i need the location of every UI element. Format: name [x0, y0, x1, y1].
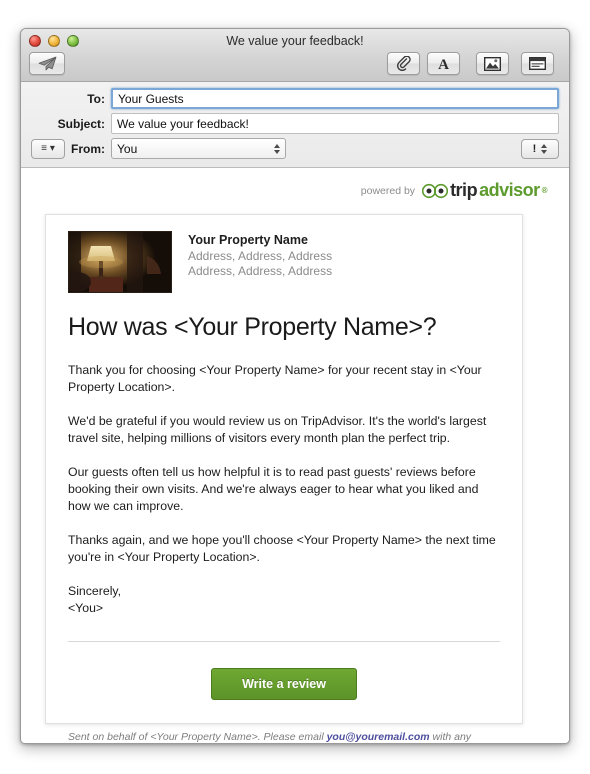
property-address-line-1: Address, Address, Address: [188, 249, 333, 263]
tripadvisor-owl-icon: [422, 183, 449, 198]
email-headline: How was <Your Property Name>?: [68, 313, 437, 341]
photo-browser-icon: [484, 56, 501, 71]
to-field-row: To: Your Guests: [31, 88, 559, 109]
email-signoff: Sincerely,: [68, 584, 122, 598]
write-a-review-button[interactable]: Write a review: [211, 668, 357, 700]
to-input[interactable]: Your Guests: [111, 88, 559, 109]
paper-plane-icon: [38, 56, 56, 71]
support-email-link[interactable]: you@youremail.com: [327, 731, 430, 743]
email-paragraph-3: Our guests often tell us how helpful it …: [68, 465, 479, 513]
stationery-button[interactable]: [521, 52, 554, 75]
subject-input[interactable]: We value your feedback!: [111, 113, 559, 134]
property-name: Your Property Name: [188, 233, 308, 247]
from-account-value: You: [117, 141, 138, 156]
message-body[interactable]: powered by trip advisor ® Your Property …: [21, 168, 569, 743]
brand-trip: trip: [450, 180, 478, 200]
send-button[interactable]: [29, 52, 65, 75]
hotel-room-lamp-photo: [68, 231, 172, 293]
photo-browser-button[interactable]: [476, 52, 509, 75]
cta-container: Write a review: [68, 668, 500, 700]
email-paragraph-2: We'd be grateful if you would review us …: [68, 414, 487, 445]
footnote-text-before: Sent on behalf of <Your Property Name>. …: [68, 731, 327, 743]
to-label: To:: [87, 91, 105, 106]
window-title: We value your feedback!: [226, 34, 364, 48]
subject-label: Subject:: [57, 116, 105, 131]
brand-advisor: advisor: [479, 180, 540, 200]
tripadvisor-logo: trip advisor ®: [422, 180, 548, 201]
chevron-down-icon: ▾: [49, 143, 55, 154]
attach-file-button[interactable]: [387, 52, 420, 75]
from-label: From:: [71, 141, 105, 156]
property-text: Your Property Name Address, Address, Add…: [188, 231, 332, 279]
priority-selector[interactable]: !: [521, 138, 559, 159]
email-content-card: Your Property Name Address, Address, Add…: [45, 214, 523, 743]
header-options-button[interactable]: ≡ ▾: [31, 138, 65, 159]
powered-by-tripadvisor: powered by trip advisor ®: [360, 180, 548, 201]
email-signature: <You>: [68, 601, 104, 615]
mail-compose-window: We value your feedback! A To: Your Guest…: [20, 28, 570, 744]
priority-icon: !: [532, 142, 537, 155]
font-letter-a-icon: A: [438, 57, 449, 71]
priority-stepper-icon: [541, 143, 548, 154]
lamp-room-illustration: [69, 232, 171, 292]
compose-header-fields: To: Your Guests Subject: We value your f…: [21, 82, 569, 168]
from-field-row: ≡ ▾ From: You !: [31, 138, 559, 159]
svg-text:A: A: [438, 57, 449, 71]
email-paragraph-4: Thanks again, and we hope you'll choose …: [68, 533, 496, 564]
property-header: Your Property Name Address, Address, Add…: [68, 231, 500, 293]
stationery-icon: [529, 57, 546, 70]
paperclip-icon: [396, 55, 411, 71]
property-address-line-2: Address, Address, Address: [188, 264, 333, 278]
select-stepper-icon: [274, 143, 280, 154]
from-account-select[interactable]: You: [111, 138, 286, 159]
registered-mark: ®: [541, 186, 548, 195]
window-titlebar: We value your feedback! A: [21, 29, 569, 82]
email-paragraph-1: Thank you for choosing <Your Property Na…: [68, 363, 482, 394]
content-divider: [68, 641, 500, 642]
subject-field-row: Subject: We value your feedback!: [31, 113, 559, 134]
hamburger-icon: ≡: [41, 143, 47, 154]
powered-by-label: powered by: [360, 184, 416, 197]
show-fonts-button[interactable]: A: [427, 52, 460, 75]
email-footnote: Sent on behalf of <Your Property Name>. …: [68, 730, 500, 743]
from-field-wrap: You !: [111, 138, 559, 159]
